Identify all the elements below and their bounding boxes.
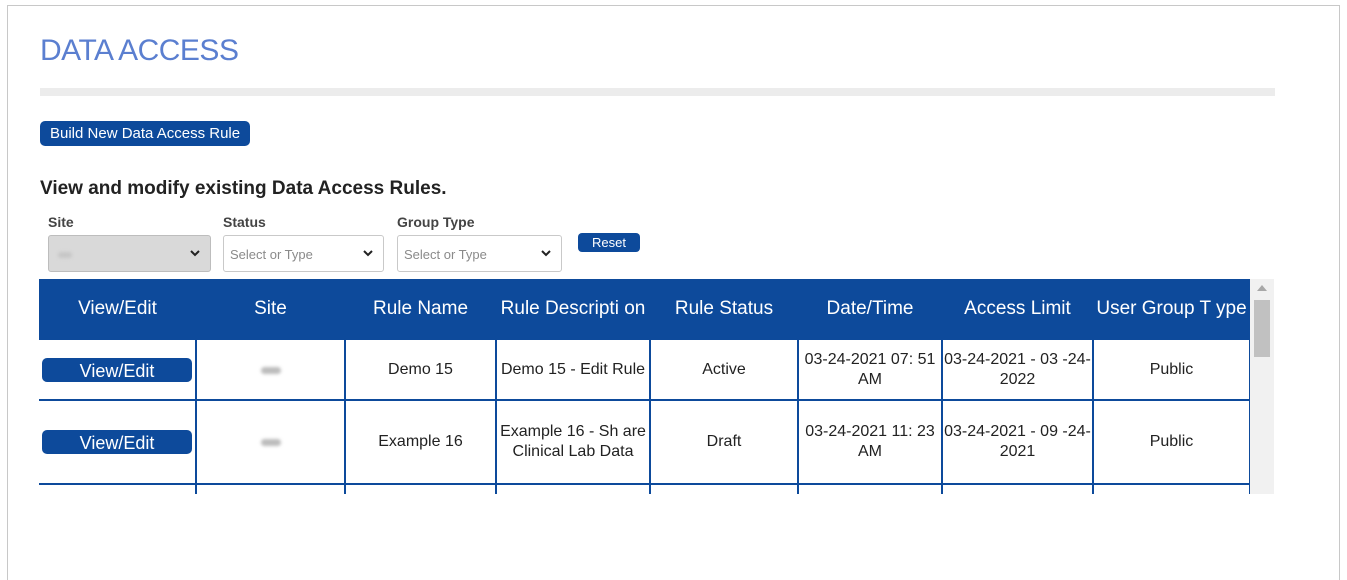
chevron-down-icon [363,250,373,257]
reset-button[interactable]: Reset [578,233,640,252]
column-header[interactable]: Rule Name [345,279,496,339]
table-row-partial [39,483,1251,494]
rule-status-cell: Draft [649,399,799,485]
scrollbar-thumb[interactable] [1254,300,1270,357]
table-cell [39,483,197,494]
chevron-down-icon [190,250,200,257]
section-heading: View and modify existing Data Access Rul… [40,178,447,199]
table-header-row: View/Edit Site Rule Name Rule Descripti … [39,279,1250,339]
table-row: View/Edit Example 16 Example 16 - Sh are… [39,399,1251,485]
view-edit-button[interactable]: View/Edit [42,357,192,382]
column-header[interactable]: View/Edit [39,279,196,339]
column-header[interactable]: Date/Time [798,279,942,339]
table-row: View/Edit Demo 15 Demo 15 - Edit Rule Ac… [39,338,1251,401]
build-new-rule-button[interactable]: Build New Data Access Rule [40,121,251,146]
rules-table: View/Edit Site Rule Name Rule Descripti … [39,279,1251,494]
page-title: DATA ACCESS [40,34,239,67]
column-header[interactable]: Access Limit [942,279,1093,339]
date-time-cell: 03-24-2021 07: 51 AM [797,338,943,401]
rules-table-container[interactable]: View/Edit Site Rule Name Rule Descripti … [39,279,1274,494]
access-limit-cell: 03-24-2021 - 09 -24-2021 [941,399,1094,485]
site-value [260,439,281,446]
table-scrollbar[interactable] [1250,279,1274,494]
rule-name-cell: Demo 15 [344,338,497,401]
table-cell [495,483,651,494]
view-edit-button[interactable]: View/Edit [42,430,192,454]
table-cell [797,483,943,494]
view-edit-cell: View/Edit [39,399,197,485]
rule-description-cell: Example 16 - Sh are Clinical Lab Data [495,399,651,485]
group-type-filter-label: Group Type [397,214,475,230]
table-cell [195,483,346,494]
site-cell [195,338,346,401]
column-header[interactable]: Rule Status [650,279,798,339]
site-cell [195,399,346,485]
site-filter-label: Site [48,214,74,230]
status-filter-label: Status [223,214,266,230]
rule-description-cell: Demo 15 - Edit Rule [495,338,651,401]
group-type-select[interactable]: Select or Type [397,235,562,272]
table-cell [941,483,1094,494]
status-select-placeholder: Select or Type [230,247,313,262]
view-edit-cell: View/Edit [39,338,197,401]
user-group-type-cell: Public [1092,338,1251,401]
site-value [260,366,281,374]
scroll-up-arrow-icon[interactable] [1257,285,1267,291]
user-group-type-cell: Public [1092,399,1251,485]
column-header[interactable]: Rule Descripti on [496,279,650,339]
table-cell [1092,483,1251,494]
rule-status-cell: Active [649,338,799,401]
title-divider [40,88,1275,96]
status-select[interactable]: Select or Type [223,235,384,272]
table-cell [344,483,497,494]
group-type-select-placeholder: Select or Type [404,247,487,262]
column-header[interactable]: User Group T ype [1093,279,1250,339]
site-select[interactable] [48,235,211,272]
date-time-cell: 03-24-2021 11: 23 AM [797,399,943,485]
access-limit-cell: 03-24-2021 - 03 -24-2022 [941,338,1094,401]
chevron-down-icon [541,250,551,257]
column-header[interactable]: Site [196,279,345,339]
table-cell [649,483,799,494]
site-select-value [58,252,72,258]
rule-name-cell: Example 16 [344,399,497,485]
